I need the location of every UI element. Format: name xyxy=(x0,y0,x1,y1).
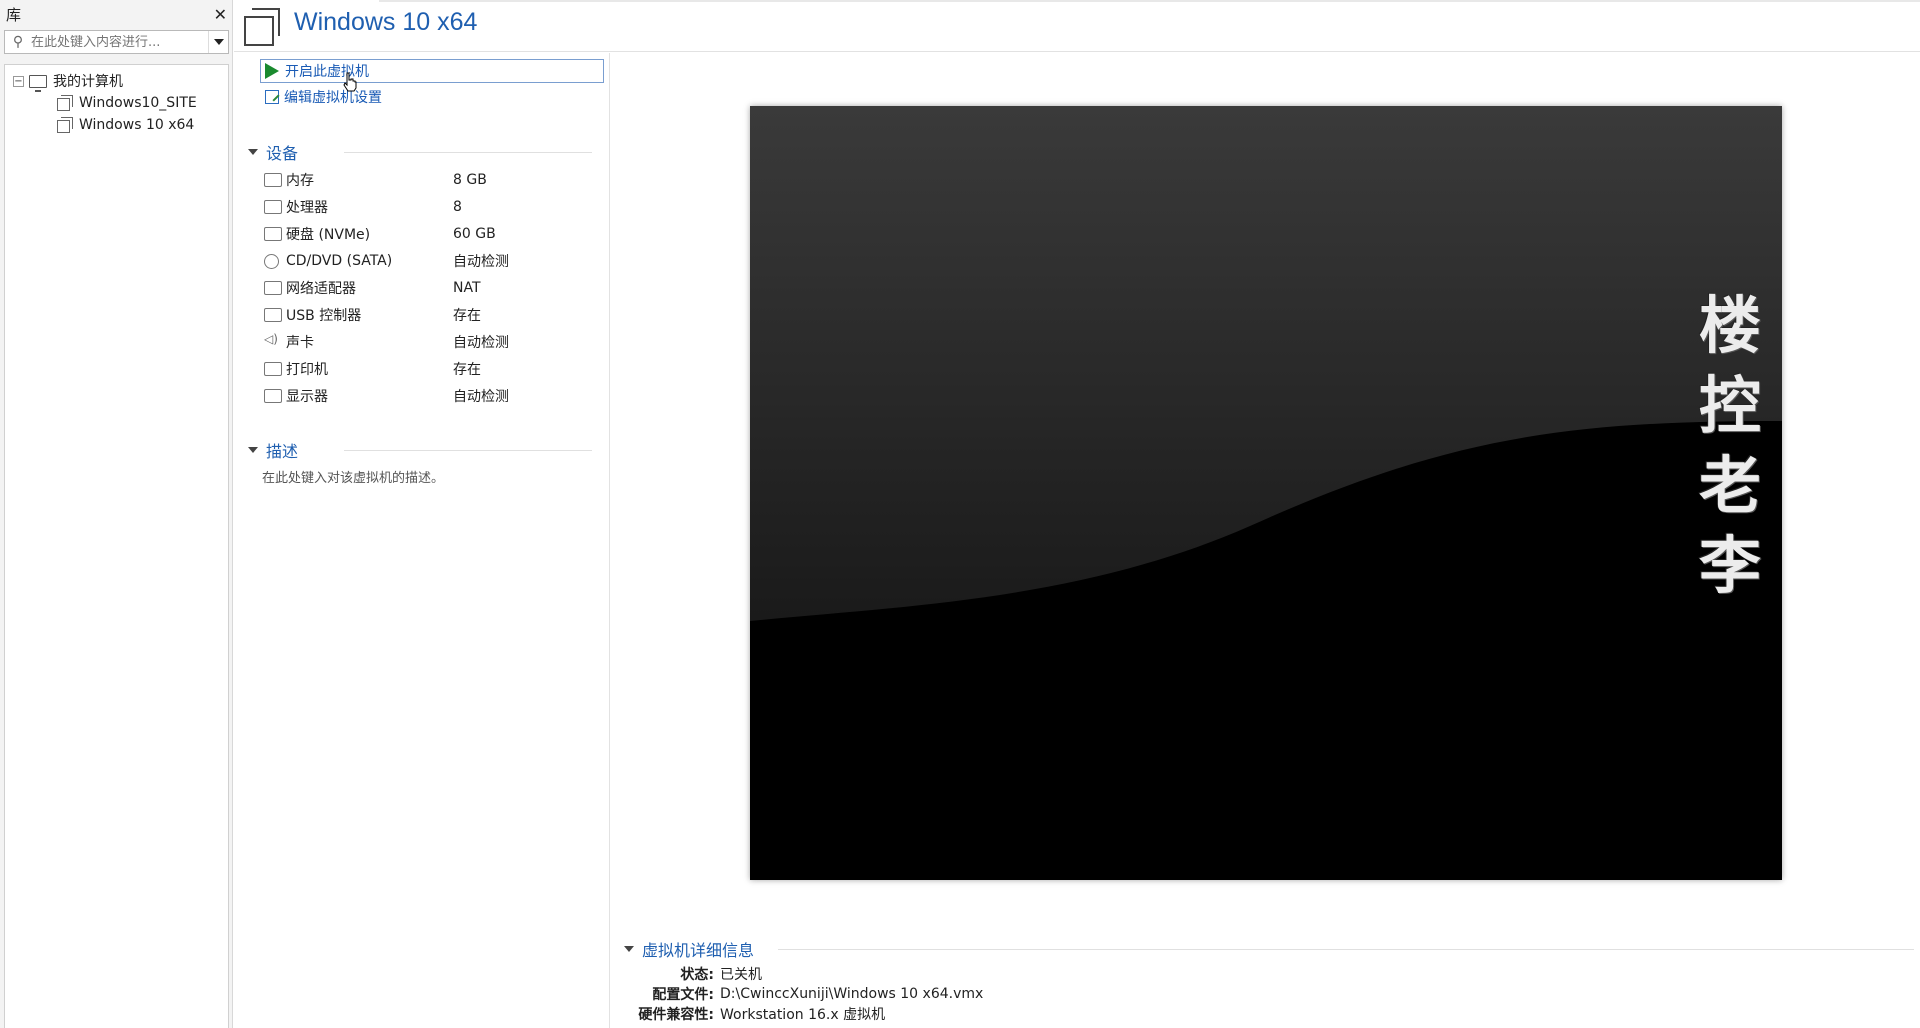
tree-item-my-computer[interactable]: − 我的计算机 xyxy=(13,71,123,92)
library-panel: 库 ✕ ⚲ − 我的计算机 Windows10_SITE Windows 10 … xyxy=(0,0,233,1028)
devices-heading: 设备 xyxy=(266,144,299,163)
watermark-char: 控 xyxy=(1698,369,1761,442)
divider xyxy=(344,450,592,451)
divider xyxy=(778,949,1914,950)
device-name: 硬盘 (NVMe) xyxy=(286,227,371,243)
tree-item-vm[interactable]: Windows10_SITE xyxy=(57,93,197,113)
play-icon xyxy=(265,63,279,79)
device-value: 存在 xyxy=(453,362,481,378)
chevron-down-icon xyxy=(248,447,258,453)
device-row-network[interactable]: 网络适配器 NAT xyxy=(264,277,604,299)
watermark: 楼 控 老 李 xyxy=(1690,286,1770,606)
detail-key: 状态: xyxy=(680,967,714,983)
divider xyxy=(379,0,1920,2)
detail-value: D:\CwinccXuniji\Windows 10 x64.vmx xyxy=(720,986,984,1002)
detail-row-config-file: 配置文件: D:\CwinccXuniji\Windows 10 x64.vmx xyxy=(600,984,1200,1004)
library-search[interactable]: ⚲ xyxy=(4,30,229,54)
tree-item-label: 我的计算机 xyxy=(53,74,123,90)
device-value: 60 GB xyxy=(453,226,496,242)
chevron-down-icon xyxy=(213,39,224,45)
search-input[interactable] xyxy=(31,34,208,50)
sound-icon xyxy=(264,332,282,349)
device-value: 8 xyxy=(453,199,462,215)
device-row-display[interactable]: 显示器 自动检测 xyxy=(264,385,604,407)
chevron-down-icon xyxy=(624,946,634,952)
page-title: Windows 10 x64 xyxy=(294,8,478,36)
edit-icon xyxy=(265,90,279,104)
device-value: 存在 xyxy=(453,308,481,324)
edit-settings-button[interactable]: 编辑虚拟机设置 xyxy=(260,85,382,109)
hand-cursor-icon xyxy=(343,72,357,92)
devices-section-header[interactable]: 设备 xyxy=(248,141,608,163)
search-dropdown-button[interactable] xyxy=(208,31,228,53)
device-row-processor[interactable]: 处理器 8 xyxy=(264,196,604,218)
printer-icon xyxy=(264,362,282,376)
vm-icon xyxy=(57,95,73,111)
details-heading: 虚拟机详细信息 xyxy=(642,941,755,960)
device-value: 自动检测 xyxy=(453,335,509,351)
preview-background xyxy=(750,106,1782,880)
detail-key: 配置文件: xyxy=(652,987,714,1003)
watermark-char: 老 xyxy=(1698,449,1761,522)
device-value: NAT xyxy=(453,280,481,296)
device-value: 自动检测 xyxy=(453,254,509,270)
device-row-sound[interactable]: 声卡 自动检测 xyxy=(264,331,604,353)
description-text[interactable]: 在此处键入对该虚拟机的描述。 xyxy=(262,467,444,486)
network-icon xyxy=(264,281,282,295)
display-icon xyxy=(264,389,282,403)
edit-settings-label: 编辑虚拟机设置 xyxy=(284,90,382,106)
device-name: 显示器 xyxy=(286,389,328,405)
tree-item-vm-selected[interactable]: Windows 10 x64 xyxy=(57,115,194,135)
detail-value: 已关机 xyxy=(720,967,762,983)
vm-icon xyxy=(57,117,73,133)
disk-icon xyxy=(264,227,282,241)
collapse-icon[interactable]: − xyxy=(13,75,24,87)
chevron-down-icon xyxy=(248,149,258,155)
device-row-printer[interactable]: 打印机 存在 xyxy=(264,358,604,380)
vm-icon xyxy=(244,8,280,46)
library-tree: − 我的计算机 Windows10_SITE Windows 10 x64 xyxy=(4,64,229,1028)
details-section-header[interactable]: 虚拟机详细信息 xyxy=(624,938,754,960)
watermark-char: 李 xyxy=(1698,529,1761,602)
device-name: USB 控制器 xyxy=(286,308,362,324)
vm-title-bar: Windows 10 x64 xyxy=(234,0,1920,52)
detail-value: Workstation 16.x 虚拟机 xyxy=(720,1007,886,1023)
usb-icon xyxy=(264,308,282,322)
device-row-disk[interactable]: 硬盘 (NVMe) 60 GB xyxy=(264,223,604,245)
tree-item-label: Windows10_SITE xyxy=(79,95,197,111)
device-name: 内存 xyxy=(286,173,314,189)
memory-icon xyxy=(264,173,282,187)
computer-icon xyxy=(29,74,47,92)
search-icon: ⚲ xyxy=(12,34,24,50)
library-title: 库 xyxy=(6,5,22,24)
device-row-usb[interactable]: USB 控制器 存在 xyxy=(264,304,604,326)
device-row-memory[interactable]: 内存 8 GB xyxy=(264,169,604,191)
device-name: CD/DVD (SATA) xyxy=(286,253,393,269)
device-name: 打印机 xyxy=(286,362,328,378)
device-value: 8 GB xyxy=(453,172,487,188)
description-section-header[interactable]: 描述 xyxy=(248,439,608,461)
detail-row-status: 状态: 已关机 xyxy=(600,964,1200,984)
detail-key: 硬件兼容性: xyxy=(638,1007,714,1023)
power-on-button[interactable]: 开启此虚拟机 xyxy=(260,59,604,83)
device-value: 自动检测 xyxy=(453,389,509,405)
library-header: 库 ✕ xyxy=(0,0,233,28)
tree-item-label: Windows 10 x64 xyxy=(79,117,195,133)
divider xyxy=(344,152,592,153)
close-icon[interactable]: ✕ xyxy=(214,5,227,24)
device-name: 声卡 xyxy=(286,335,314,351)
summary-panel: 开启此虚拟机 编辑虚拟机设置 设备 内存 8 GB 处理器 8 硬盘 (NVMe… xyxy=(234,53,610,1028)
vm-screen-preview[interactable]: 楼 控 老 李 xyxy=(750,106,1782,880)
device-row-cd-dvd[interactable]: CD/DVD (SATA) 自动检测 xyxy=(264,250,604,272)
description-heading: 描述 xyxy=(266,442,299,461)
processor-icon xyxy=(264,200,282,214)
device-name: 网络适配器 xyxy=(286,281,356,297)
device-name: 处理器 xyxy=(286,200,328,216)
cd-dvd-icon xyxy=(264,253,279,269)
watermark-char: 楼 xyxy=(1698,289,1761,362)
detail-row-compatibility: 硬件兼容性: Workstation 16.x 虚拟机 xyxy=(600,1004,1200,1024)
